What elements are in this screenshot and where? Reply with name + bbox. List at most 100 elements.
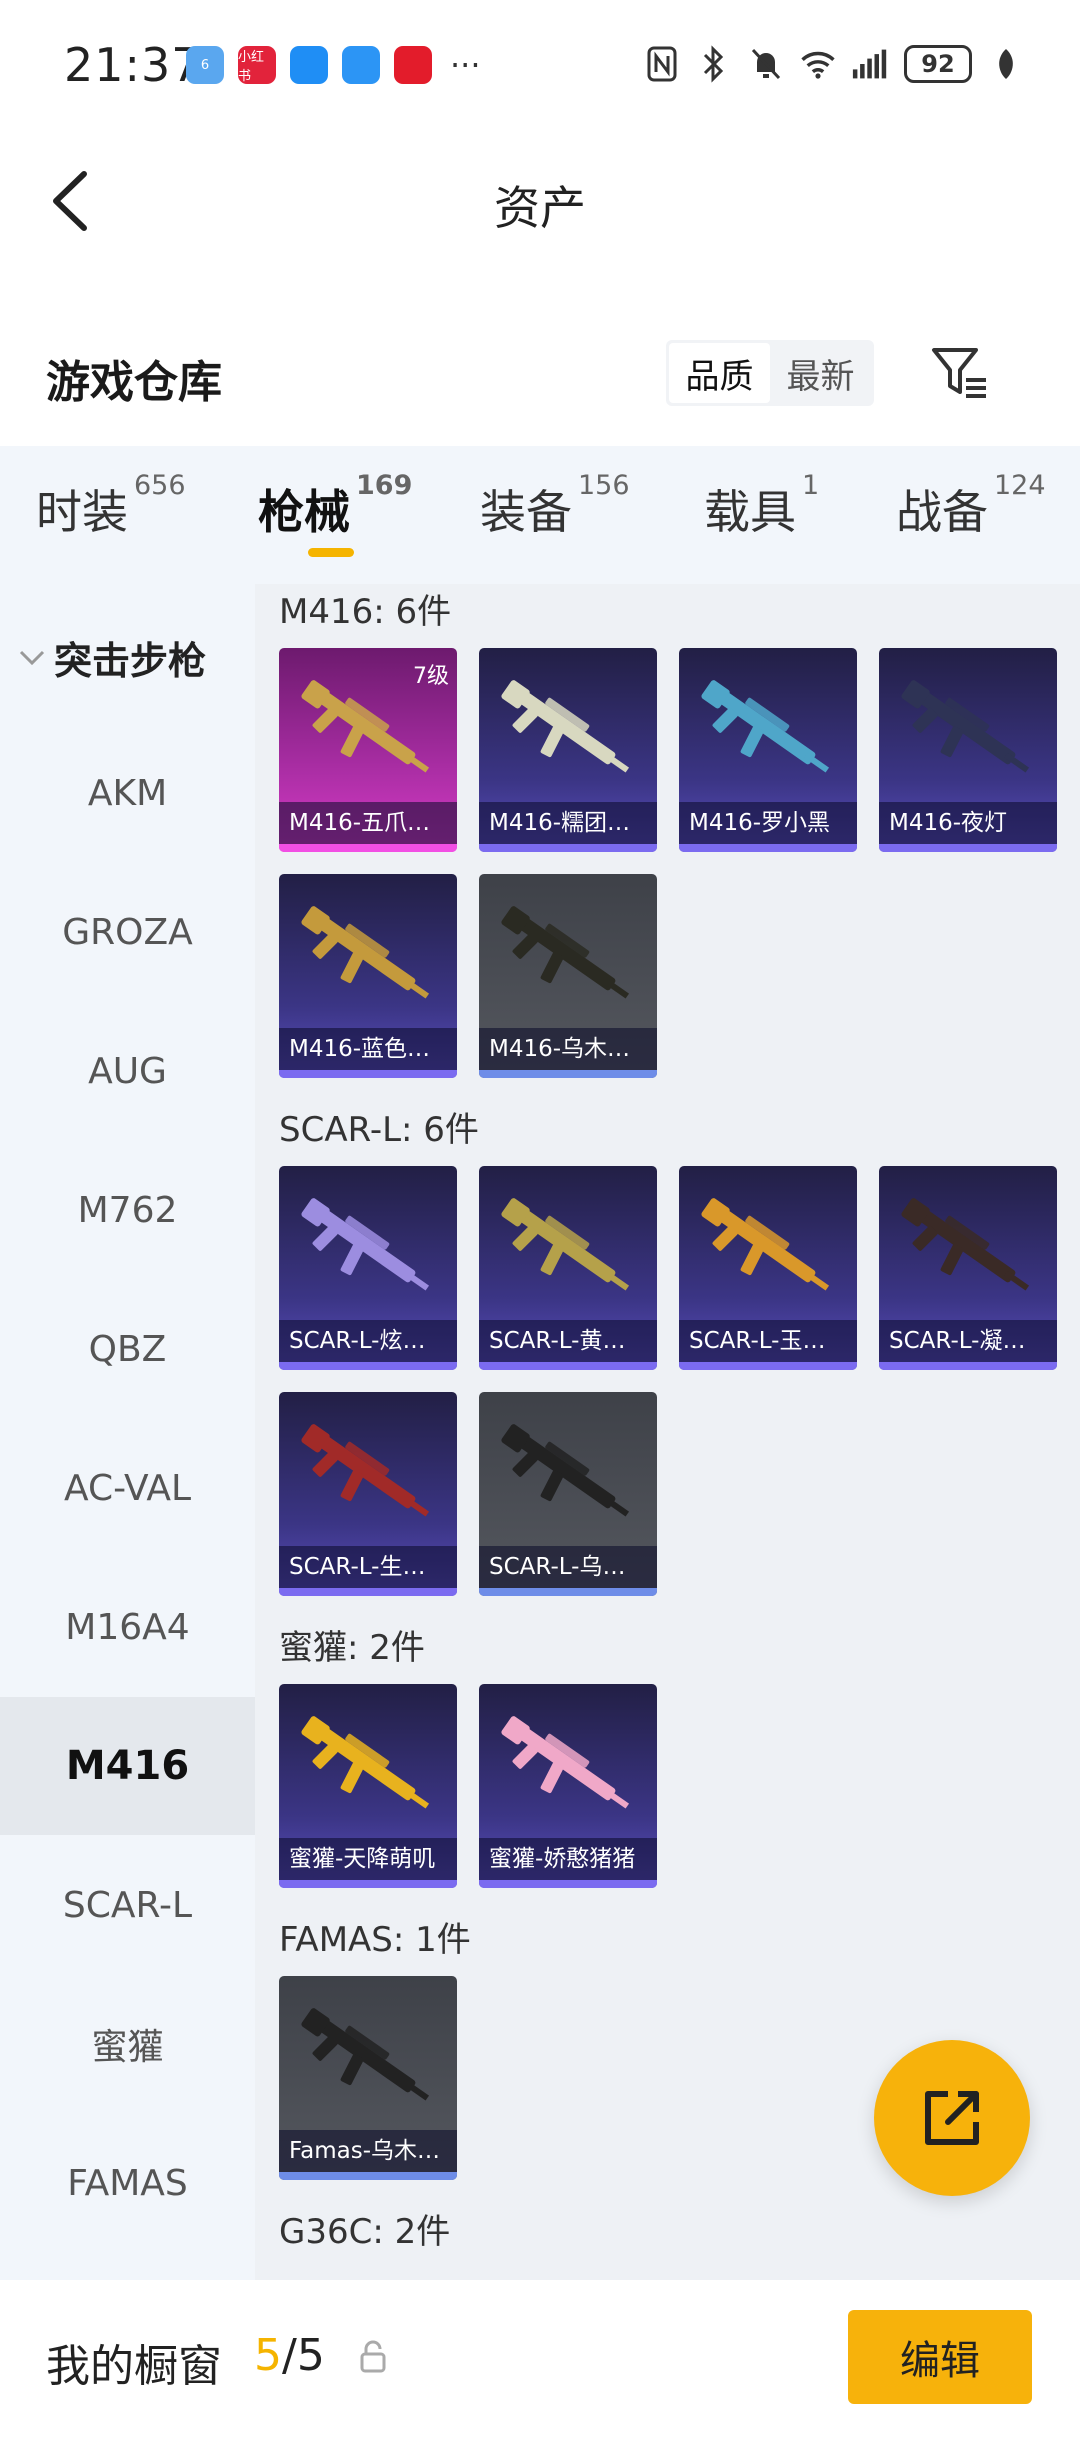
- weapon-name: M416-夜灯: [879, 802, 1057, 844]
- weapon-name: SCAR-L-凝…: [879, 1320, 1057, 1362]
- notification-icons: 6 小红书 ···: [186, 46, 481, 84]
- showcase-current: 5: [254, 2330, 282, 2381]
- bluetooth-icon: [696, 44, 732, 84]
- weapon-card[interactable]: SCAR-L-玉…: [679, 1166, 857, 1370]
- weapon-card[interactable]: SCAR-L-炫…: [279, 1166, 457, 1370]
- weapon-name: Famas-乌木…: [279, 2130, 457, 2172]
- weapon-image: [493, 892, 643, 1022]
- rarity-bar: [279, 1362, 457, 1370]
- sidebar-item-m762[interactable]: M762: [0, 1141, 255, 1279]
- tab-label: 战备: [896, 485, 988, 539]
- tab-gear[interactable]: 战备 124: [896, 470, 1046, 542]
- weapon-card[interactable]: M416-糯团…: [479, 648, 657, 852]
- rarity-bar: [479, 1362, 657, 1370]
- weapon-card[interactable]: 7级 M416-五爪…: [279, 648, 457, 852]
- xiaohongshu-icon: 小红书: [238, 46, 276, 84]
- app-icon-1: 6: [186, 46, 224, 84]
- tab-count: 656: [134, 469, 186, 501]
- tab-firearms[interactable]: 枪械 169: [258, 470, 412, 542]
- sidebar-item-m16a4[interactable]: M16A4: [0, 1558, 255, 1696]
- rarity-bar: [279, 1070, 457, 1078]
- weapon-card[interactable]: M416-罗小黑: [679, 648, 857, 852]
- warehouse-title: 游戏仓库: [46, 357, 222, 408]
- weapon-grid: M416: 6件 7级 M416-五爪… M416-糯团… M416-罗小黑 M416-夜…: [255, 584, 1080, 2280]
- rarity-bar: [879, 844, 1057, 852]
- sidebar-item-m416[interactable]: M416: [0, 1697, 255, 1835]
- sidebar-item-akm[interactable]: AKM: [0, 724, 255, 862]
- weapon-image: [893, 666, 1043, 796]
- sidebar-group-label: 突击步枪: [54, 639, 207, 683]
- weapon-image: [293, 892, 443, 1022]
- status-time: 21:37: [64, 38, 202, 92]
- sidebar-item-aug[interactable]: AUG: [0, 1002, 255, 1140]
- section-title: SCAR-L: 6件: [279, 1110, 479, 1150]
- section-title: M416: 6件: [279, 592, 452, 632]
- rarity-bar: [479, 844, 657, 852]
- battery-icon: 92: [904, 45, 972, 83]
- sort-toggle: 品质 最新: [666, 340, 874, 406]
- share-fab[interactable]: [874, 2040, 1030, 2196]
- weapon-image: [493, 1702, 643, 1832]
- tab-vehicles[interactable]: 载具 1: [704, 470, 819, 542]
- chevron-down-icon: [19, 650, 45, 665]
- weapon-image: [293, 1184, 443, 1314]
- rarity-bar: [679, 1362, 857, 1370]
- message-icon: [290, 46, 328, 84]
- weapon-card[interactable]: 蜜獾-天降萌叽: [279, 1684, 457, 1888]
- showcase-label: 我的橱窗: [46, 2341, 222, 2392]
- rarity-bar: [279, 1588, 457, 1596]
- filter-button[interactable]: [928, 342, 992, 406]
- sidebar-item-蜜獾[interactable]: 蜜獾: [0, 1975, 255, 2113]
- sidebar-item-groza[interactable]: GROZA: [0, 863, 255, 1001]
- rarity-bar: [879, 1362, 1057, 1370]
- weapon-image: [693, 1184, 843, 1314]
- weapon-name: 蜜獾-娇憨猪猪: [479, 1838, 657, 1880]
- weapon-card[interactable]: M416-乌木…: [479, 874, 657, 1078]
- tab-label: 装备: [480, 485, 572, 539]
- showcase-total: 5: [296, 2330, 325, 2381]
- tab-count: 169: [356, 469, 413, 501]
- rarity-bar: [279, 844, 457, 852]
- rarity-bar: [479, 1588, 657, 1596]
- weapon-card[interactable]: M416-蓝色…: [279, 874, 457, 1078]
- edit-button[interactable]: 编辑: [848, 2310, 1032, 2404]
- sort-option-quality[interactable]: 品质: [669, 343, 770, 403]
- weapon-card[interactable]: SCAR-L-生…: [279, 1392, 457, 1596]
- active-tab-indicator: [308, 548, 354, 557]
- weapon-name: M416-糯团…: [479, 802, 657, 844]
- weapon-card[interactable]: SCAR-L-凝…: [879, 1166, 1057, 1370]
- status-bar: 21:37 6 小红书 ··· 92: [0, 0, 1080, 130]
- rarity-bar: [279, 2172, 457, 2180]
- weapon-card[interactable]: Famas-乌木…: [279, 1976, 457, 2180]
- lock-icon[interactable]: [358, 2340, 388, 2374]
- warehouse-row: 游戏仓库 品质 最新: [0, 320, 1080, 430]
- weapon-sidebar: 突击步枪 AKM GROZA AUG M762 QBZ AC-VAL M16A4 M416 SC…: [0, 584, 255, 2280]
- app-header: 资产: [0, 150, 1080, 250]
- weapon-name: 蜜獾-天降萌叽: [279, 1838, 457, 1880]
- page-title: 资产: [494, 181, 586, 235]
- weapon-card[interactable]: SCAR-L-黄…: [479, 1166, 657, 1370]
- weapon-card[interactable]: 蜜獾-娇憨猪猪: [479, 1684, 657, 1888]
- weapon-name: SCAR-L-黄…: [479, 1320, 657, 1362]
- weapon-image: [693, 666, 843, 796]
- rarity-bar: [479, 1070, 657, 1078]
- tab-fashion[interactable]: 时装 656: [36, 470, 186, 542]
- weapon-name: SCAR-L-生…: [279, 1546, 457, 1588]
- more-notifications-icon: ···: [450, 46, 481, 84]
- weapon-card[interactable]: SCAR-L-乌…: [479, 1392, 657, 1596]
- sidebar-item-qbz[interactable]: QBZ: [0, 1280, 255, 1418]
- sidebar-item-famas[interactable]: FAMAS: [0, 2114, 255, 2252]
- sidebar-item-ac-val[interactable]: AC-VAL: [0, 1419, 255, 1557]
- weapon-name: M416-蓝色…: [279, 1028, 457, 1070]
- sort-option-latest[interactable]: 最新: [770, 343, 871, 403]
- external-link-icon: [925, 2091, 979, 2145]
- sidebar-group-assault-rifles[interactable]: 突击步枪: [18, 630, 206, 685]
- weapon-card[interactable]: M416-夜灯: [879, 648, 1057, 852]
- tab-equipment[interactable]: 装备 156: [480, 470, 630, 542]
- tab-label: 枪械: [258, 485, 350, 539]
- filter-icon: [932, 348, 986, 398]
- sidebar-item-scar-l[interactable]: SCAR-L: [0, 1836, 255, 1974]
- section-title: 蜜獾: 2件: [279, 1628, 425, 1668]
- weapon-image: [493, 1410, 643, 1540]
- wifi-icon: [800, 44, 836, 84]
